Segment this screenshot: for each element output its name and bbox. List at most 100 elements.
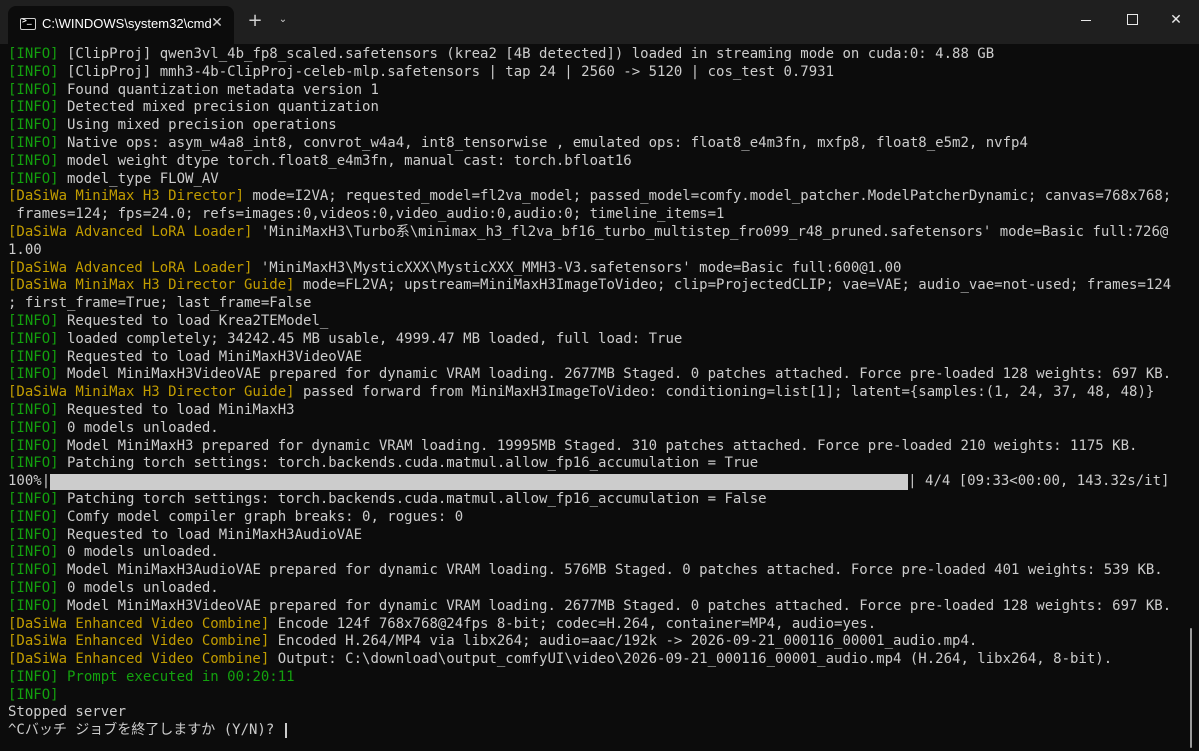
console-line: [INFO] Requested to load Krea2TEModel_ — [8, 313, 1188, 331]
scrollbar[interactable] — [1190, 628, 1192, 748]
progress-bar — [50, 474, 909, 491]
console-output[interactable]: [INFO] [ClipProj] qwen3vl_4b_fp8_scaled.… — [8, 46, 1188, 751]
progress-line: 100%| | 4/4 [09:33<00:00, 143.32s/it] — [8, 473, 1188, 491]
log-text: 0 models unloaded. — [58, 579, 219, 596]
console-line: [INFO] Comfy model compiler graph breaks… — [8, 509, 1188, 527]
log-text: 0 models unloaded. — [58, 419, 219, 436]
console-line: Stopped server — [8, 704, 1188, 722]
console-line: ; first_frame=True; last_frame=False — [8, 295, 1188, 313]
log-text: Patching torch settings: torch.backends.… — [58, 455, 759, 472]
log-tag: [INFO] — [8, 526, 59, 543]
log-text: mode=I2VA; requested_model=fl2va_model; … — [244, 188, 1172, 205]
console-line: [INFO] Requested to load MiniMaxH3 — [8, 402, 1188, 420]
log-text: mode=FL2VA; upstream=MiniMaxH3ImageToVid… — [294, 277, 1172, 294]
log-tag: [DaSiWa MiniMax H3 Director Guide] — [8, 277, 295, 294]
console-line: [DaSiWa Enhanced Video Combine] Encoded … — [8, 633, 1188, 651]
log-tag: [INFO] — [8, 134, 59, 151]
log-tag: [INFO] — [8, 562, 59, 579]
log-tag: [INFO] — [8, 686, 59, 703]
console-line: [INFO] loaded completely; 34242.45 MB us… — [8, 331, 1188, 349]
log-text: ; first_frame=True; last_frame=False — [8, 295, 312, 312]
text-cursor — [284, 722, 287, 738]
console-line: [DaSiWa Advanced LoRA Loader] 'MiniMaxH3… — [8, 260, 1188, 278]
console-line: [INFO] Patching torch settings: torch.ba… — [8, 491, 1188, 509]
console-line: [DaSiWa Enhanced Video Combine] Output: … — [8, 651, 1188, 669]
log-tag: [INFO] — [8, 46, 59, 62]
log-tag: [INFO] — [8, 544, 59, 561]
log-tag: [INFO] — [8, 668, 59, 685]
console-line: [INFO] Model MiniMaxH3 prepared for dyna… — [8, 438, 1188, 456]
minimize-button[interactable] — [1063, 0, 1109, 40]
console-line: [INFO] Prompt executed in 00:20:11 — [8, 669, 1188, 687]
log-tag: [INFO] — [8, 99, 59, 116]
log-text: passed forward from MiniMaxH3ImageToVide… — [294, 384, 1155, 401]
log-text: model weight dtype torch.float8_e4m3fn, … — [58, 152, 632, 169]
progress-status: | 4/4 [09:33<00:00, 143.32s/it] — [908, 473, 1170, 490]
console-line: [INFO] Detected mixed precision quantiza… — [8, 99, 1188, 117]
log-text: 0 models unloaded. — [58, 544, 219, 561]
console-line: [DaSiWa Advanced LoRA Loader] 'MiniMaxH3… — [8, 224, 1188, 242]
console-line: [INFO] Model MiniMaxH3VideoVAE prepared … — [8, 366, 1188, 384]
log-text: 1.00 — [8, 241, 42, 258]
maximize-button[interactable] — [1109, 0, 1155, 40]
log-text: 'MiniMaxH3\MysticXXX\MysticXXX_MMH3-V3.s… — [252, 259, 902, 276]
tab-close-icon[interactable]: ✕ — [206, 12, 228, 34]
console-line: [INFO] Found quantization metadata versi… — [8, 82, 1188, 100]
log-text: frames=124; fps=24.0; refs=images:0,vide… — [8, 206, 725, 223]
log-text: Using mixed precision operations — [58, 117, 337, 134]
console-line: [INFO] Model MiniMaxH3AudioVAE prepared … — [8, 562, 1188, 580]
log-text: Encoded H.264/MP4 via libx264; audio=aac… — [269, 633, 978, 650]
log-text: Stopped server — [8, 704, 127, 721]
log-text: Requested to load MiniMaxH3AudioVAE — [58, 526, 363, 543]
log-tag: [DaSiWa MiniMax H3 Director] — [8, 188, 245, 205]
console-line: [INFO] model_type FLOW_AV — [8, 171, 1188, 189]
tab-title: C:\WINDOWS\system32\cmd — [42, 16, 212, 31]
log-tag: [INFO] — [8, 152, 59, 169]
log-tag: [INFO] — [8, 597, 59, 614]
new-tab-button[interactable]: + — [244, 10, 266, 32]
console-line: [INFO] Patching torch settings: torch.ba… — [8, 455, 1188, 473]
progress-percent: 100%| — [8, 473, 51, 490]
log-text: Prompt executed in 00:20:11 — [58, 668, 295, 685]
title-bar: C:\WINDOWS\system32\cmd ✕ + ⌄ ✕ — [0, 0, 1199, 44]
log-text: Native ops: asym_w4a8_int8, convrot_w4a4… — [58, 134, 1028, 151]
log-tag: [INFO] — [8, 455, 59, 472]
console-line: [INFO] Using mixed precision operations — [8, 117, 1188, 135]
log-text: 'MiniMaxH3\Turbo系\minimax_h3_fl2va_bf16_… — [252, 223, 1169, 240]
console-line: [INFO] 0 models unloaded. — [8, 420, 1188, 438]
console-line: [DaSiWa MiniMax H3 Director] mode=I2VA; … — [8, 188, 1188, 206]
log-tag: [INFO] — [8, 508, 59, 525]
log-tag: [INFO] — [8, 419, 59, 436]
log-text: Patching torch settings: torch.backends.… — [58, 490, 767, 507]
console-line: [DaSiWa MiniMax H3 Director Guide] mode=… — [8, 277, 1188, 295]
log-tag: [DaSiWa Advanced LoRA Loader] — [8, 223, 253, 240]
log-tag: [INFO] — [8, 348, 59, 365]
log-text: Requested to load MiniMaxH3VideoVAE — [58, 348, 363, 365]
console-line: [DaSiWa MiniMax H3 Director Guide] passe… — [8, 384, 1188, 402]
log-text: Model MiniMaxH3 prepared for dynamic VRA… — [58, 437, 1138, 454]
console-line: [INFO] model weight dtype torch.float8_e… — [8, 153, 1188, 171]
log-tag: [INFO] — [8, 437, 59, 454]
log-text: Model MiniMaxH3AudioVAE prepared for dyn… — [58, 562, 1163, 579]
log-tag: [INFO] — [8, 170, 59, 187]
terminal-window: C:\WINDOWS\system32\cmd ✕ + ⌄ ✕ [INFO] [… — [0, 0, 1199, 751]
log-tag: [INFO] — [8, 312, 59, 329]
log-tag: [INFO] — [8, 366, 59, 383]
console-line: [INFO] Requested to load MiniMaxH3AudioV… — [8, 527, 1188, 545]
log-text: Output: C:\download\output_comfyUI\video… — [269, 651, 1113, 668]
log-text: Model MiniMaxH3VideoVAE prepared for dyn… — [58, 366, 1172, 383]
chevron-down-icon[interactable]: ⌄ — [274, 11, 292, 29]
close-button[interactable]: ✕ — [1153, 0, 1199, 40]
log-text: Requested to load Krea2TEModel_ — [58, 312, 329, 329]
log-text: Comfy model compiler graph breaks: 0, ro… — [58, 508, 464, 525]
log-tag: [INFO] — [8, 63, 59, 80]
tab-cmd[interactable]: C:\WINDOWS\system32\cmd ✕ — [8, 6, 234, 44]
console-line: [INFO] 0 models unloaded. — [8, 580, 1188, 598]
log-tag: [INFO] — [8, 579, 59, 596]
log-text: loaded completely; 34242.45 MB usable, 4… — [58, 330, 683, 347]
log-text: Found quantization metadata version 1 — [58, 81, 379, 98]
log-tag: [INFO] — [8, 401, 59, 418]
log-tag: [DaSiWa Enhanced Video Combine] — [8, 615, 270, 632]
log-text: Encode 124f 768x768@24fps 8-bit; codec=H… — [269, 615, 877, 632]
console-line: [INFO] — [8, 687, 1188, 705]
